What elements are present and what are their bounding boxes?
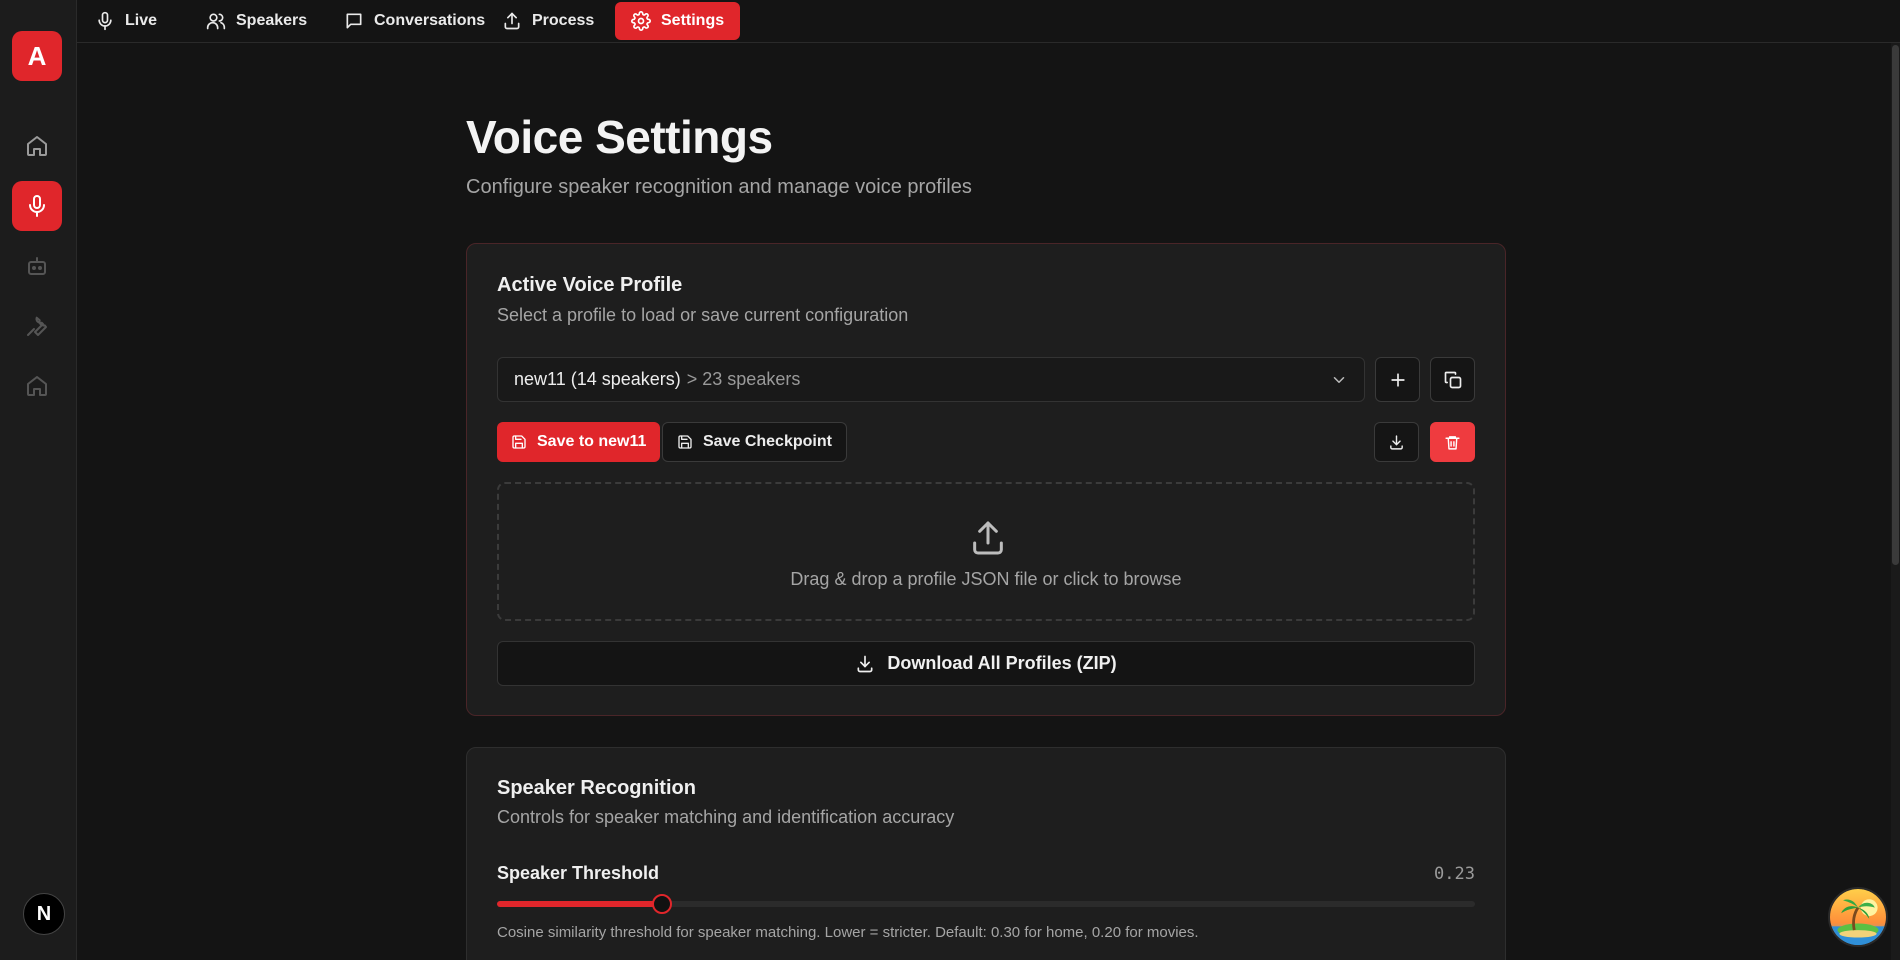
page-title: Voice Settings (466, 111, 773, 163)
bot-icon (28, 257, 46, 275)
mic-icon (98, 11, 112, 31)
download-profile-button[interactable] (1374, 422, 1419, 462)
tab-live[interactable]: Live (79, 2, 173, 40)
floating-assistant-button[interactable] (1828, 887, 1888, 947)
save-icon (678, 435, 692, 449)
card-title: Speaker Recognition (497, 777, 696, 799)
download-icon (1390, 434, 1403, 450)
delete-profile-button[interactable] (1430, 422, 1475, 462)
tab-label: Conversations (374, 12, 486, 29)
sidebar-home-alt-button[interactable] (12, 361, 62, 411)
download-all-profiles-button[interactable]: Download All Profiles (ZIP) (497, 641, 1475, 686)
tab-process[interactable]: Process (486, 2, 610, 40)
card-title: Active Voice Profile (497, 274, 683, 296)
slider-thumb[interactable] (651, 894, 672, 914)
wrench-icon (27, 316, 47, 336)
tab-speakers[interactable]: Speakers (190, 2, 323, 40)
speaker-threshold-value: 0.23 (1434, 864, 1475, 884)
card-subtitle: Controls for speaker matching and identi… (497, 807, 955, 827)
profile-select[interactable]: new11 (14 speakers) > 23 speakers (497, 357, 1365, 402)
upload-icon (973, 521, 1003, 555)
profile-dropzone[interactable]: Drag & drop a profile JSON file or click… (497, 482, 1475, 621)
sidebar: A N (0, 0, 77, 960)
user-avatar[interactable]: N (23, 893, 65, 935)
gear-icon (631, 11, 651, 31)
speaker-threshold-label: Speaker Threshold (497, 863, 660, 883)
app-logo[interactable]: A (12, 31, 62, 81)
tab-conversations[interactable]: Conversations (328, 2, 501, 40)
tab-label: Settings (661, 12, 725, 29)
page-subtitle: Configure speaker recognition and manage… (466, 176, 972, 198)
scrollbar-thumb[interactable] (1892, 45, 1899, 565)
download-icon (857, 655, 873, 672)
save-icon (512, 435, 526, 449)
sidebar-tools-button[interactable] (12, 301, 62, 351)
home-alt-icon (27, 376, 47, 396)
download-all-label: Download All Profiles (ZIP) (887, 653, 1117, 673)
dropzone-text: Drag & drop a profile JSON file or click… (790, 569, 1182, 589)
message-icon (346, 13, 362, 29)
sidebar-voice-button[interactable] (12, 181, 62, 231)
tab-label: Live (125, 12, 158, 29)
card-subtitle: Select a profile to load or save current… (497, 305, 909, 325)
home-icon (27, 136, 47, 156)
speaker-threshold-help: Cosine similarity threshold for speaker … (497, 924, 1199, 941)
save-checkpoint-button[interactable]: Save Checkpoint (662, 422, 847, 462)
top-navigation: Live Speakers Conversations Process Sett… (77, 0, 1900, 43)
sidebar-home-button[interactable] (12, 121, 62, 171)
speaker-recognition-card: Speaker Recognition Controls for speaker… (466, 747, 1506, 960)
tab-label: Speakers (236, 12, 308, 29)
trash-icon (1445, 435, 1460, 450)
palm-island-icon (1830, 889, 1886, 945)
selected-profile-extra: > 23 speakers (686, 369, 801, 389)
users-icon (206, 13, 226, 30)
mic-icon (29, 195, 45, 217)
tab-settings[interactable]: Settings (615, 2, 741, 40)
plus-icon (1390, 372, 1405, 387)
speaker-threshold-slider[interactable] (497, 894, 1475, 914)
copy-icon (1444, 371, 1461, 388)
upload-icon (504, 12, 520, 30)
tab-label: Process (532, 12, 595, 29)
add-profile-button[interactable] (1375, 357, 1420, 402)
active-voice-profile-card: Active Voice Profile Select a profile to… (466, 243, 1506, 716)
duplicate-profile-button[interactable] (1430, 357, 1475, 402)
save-profile-label: Save to new11 (537, 433, 647, 450)
save-profile-button[interactable]: Save to new11 (497, 422, 661, 462)
chevron-down-icon (1333, 377, 1345, 383)
selected-profile: new11 (14 speakers) (514, 369, 681, 389)
sidebar-bot-button[interactable] (12, 241, 62, 291)
slider-fill (497, 901, 662, 907)
save-checkpoint-label: Save Checkpoint (703, 433, 832, 450)
